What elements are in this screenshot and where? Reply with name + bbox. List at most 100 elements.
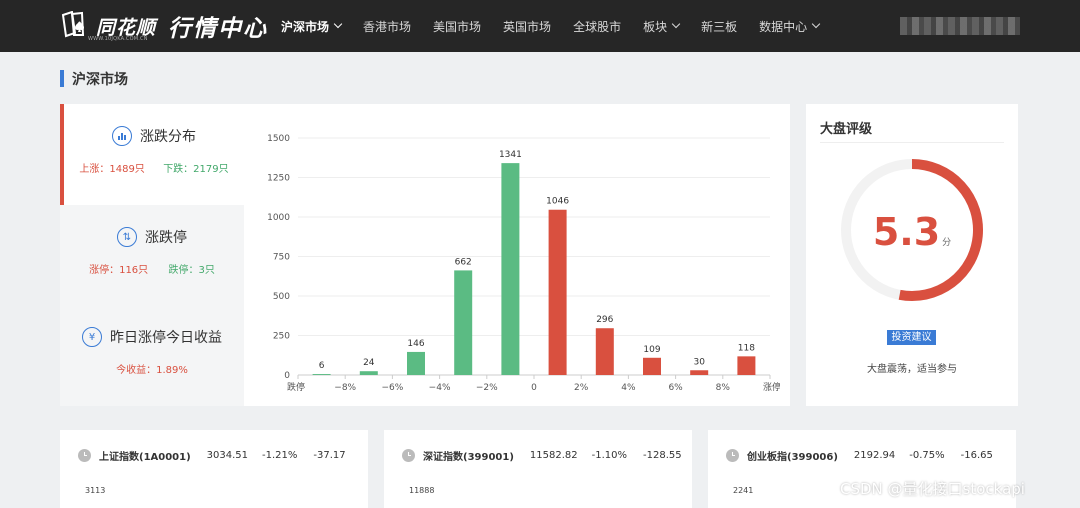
x-tick-label: −6% bbox=[381, 383, 403, 393]
index-card-row: 上证指数(1A0001) 3034.51 -1.21% -37.17 bbox=[78, 448, 346, 463]
nav-item-label: 板块 bbox=[643, 19, 668, 34]
data-label: 1341 bbox=[499, 150, 522, 160]
distribution-bar-chart: 0 250 500 750 1000 1250 1500 6 24 146 662 1341 1046 2… bbox=[267, 134, 780, 393]
nav-item-neeq[interactable]: 新三板 bbox=[701, 18, 737, 35]
index-value: 11582.82 bbox=[529, 450, 578, 461]
nav-item-hushen[interactable]: 沪深市场 bbox=[281, 18, 343, 35]
advice-badge: 投资建议 bbox=[887, 330, 936, 345]
x-tick-label: 0 bbox=[531, 383, 537, 393]
index-name: 创业板指(399006) bbox=[747, 452, 838, 463]
index-axis-label: 11888 bbox=[409, 486, 435, 495]
data-label: 662 bbox=[455, 257, 472, 267]
x-tick-label: 4% bbox=[621, 383, 636, 393]
top-nav-bar: 同花顺 WWW.10JQKA.COM.CN 行情中心 沪深市场 香港市场 美国市… bbox=[0, 0, 1080, 52]
nav-item-sector[interactable]: 板块 bbox=[643, 18, 681, 35]
limit-up-count: 涨停：116只 bbox=[89, 265, 149, 276]
x-tick-label: 6% bbox=[668, 383, 683, 393]
nav-item-label: 新三板 bbox=[701, 19, 738, 34]
market-rating-panel: 大盘评级 5.3 分 投资建议 大盘震荡，适当参与 bbox=[806, 104, 1018, 406]
x-tick-label: 8% bbox=[716, 383, 731, 393]
rating-unit: 分 bbox=[942, 238, 952, 248]
side-menu: 涨跌分布 上涨：1489只 下跌：2179只 ⇅ 涨跌停 涨停：116只 跌停：… bbox=[60, 104, 244, 406]
menu-item-sub: 涨停：116只 跌停：3只 bbox=[60, 261, 244, 276]
nav-item-us[interactable]: 美国市场 bbox=[433, 18, 481, 35]
bar bbox=[595, 328, 614, 375]
menu-item-distribution[interactable]: 涨跌分布 上涨：1489只 下跌：2179只 bbox=[60, 104, 244, 205]
nav-item-global[interactable]: 全球股市 bbox=[573, 18, 621, 35]
menu-item-head: 涨跌分布 bbox=[64, 126, 244, 146]
logo[interactable]: 同花顺 WWW.10JQKA.COM.CN 行情中心 bbox=[60, 9, 268, 43]
clock-icon bbox=[78, 449, 91, 462]
index-change: -128.55 bbox=[643, 450, 682, 461]
user-account-blurred[interactable] bbox=[900, 17, 1020, 35]
main-nav: 沪深市场 香港市场 美国市场 英国市场 全球股市 板块 新三板 数据中心 bbox=[270, 0, 830, 52]
nav-item-label: 香港市场 bbox=[363, 19, 412, 34]
menu-item-sub: 上涨：1489只 下跌：2179只 bbox=[64, 160, 244, 175]
chevron-down-icon bbox=[671, 19, 681, 29]
up-down-arrows-icon: ⇅ bbox=[117, 227, 137, 247]
index-card-sh[interactable]: 上证指数(1A0001) 3034.51 -1.21% -37.17 3113 bbox=[60, 430, 368, 508]
up-count: 上涨：1489只 bbox=[79, 164, 145, 175]
data-label: 30 bbox=[693, 357, 705, 367]
yield-value: 今收益：1.89% bbox=[116, 365, 188, 376]
nav-item-label: 沪深市场 bbox=[281, 19, 330, 34]
data-label: 24 bbox=[363, 358, 375, 368]
chevron-down-icon bbox=[333, 19, 343, 29]
rating-score: 5.3 分 bbox=[806, 210, 1018, 254]
nav-item-uk[interactable]: 英国市场 bbox=[503, 18, 551, 35]
divider bbox=[820, 142, 1004, 143]
nav-item-data-center[interactable]: 数据中心 bbox=[759, 18, 821, 35]
down-count: 下跌：2179只 bbox=[163, 164, 229, 175]
index-axis-label: 2241 bbox=[733, 486, 754, 495]
bar bbox=[501, 163, 520, 375]
clock-icon bbox=[726, 449, 739, 462]
index-card-row: 深证指数(399001) 11582.82 -1.10% -128.55 bbox=[402, 448, 682, 463]
index-value: 2192.94 bbox=[853, 450, 896, 461]
index-change: -16.65 bbox=[960, 450, 993, 461]
bar bbox=[737, 356, 756, 375]
index-name: 深证指数(399001) bbox=[423, 452, 514, 463]
x-tick-label: 2% bbox=[574, 383, 589, 393]
x-tick-label: −2% bbox=[476, 383, 498, 393]
index-card-row: 创业板指(399006) 2192.94 -0.75% -16.65 bbox=[726, 448, 993, 463]
x-tick-label: 跌停 bbox=[287, 381, 305, 393]
menu-item-label: 涨跌停 bbox=[145, 230, 187, 246]
y-tick-label: 0 bbox=[284, 371, 290, 381]
yen-icon: ¥ bbox=[82, 327, 102, 347]
distribution-panel: 涨跌分布 上涨：1489只 下跌：2179只 ⇅ 涨跌停 涨停：116只 跌停：… bbox=[60, 104, 790, 406]
data-label: 1046 bbox=[546, 197, 569, 207]
section-title: 沪深市场 bbox=[72, 72, 128, 88]
index-change: -37.17 bbox=[313, 450, 346, 461]
index-pct: -1.21% bbox=[262, 450, 298, 461]
data-label: 109 bbox=[643, 345, 660, 355]
bar-chart-icon bbox=[112, 126, 132, 146]
menu-item-label: 昨日涨停今日收益 bbox=[110, 330, 222, 346]
bar bbox=[643, 357, 661, 375]
index-pct: -0.75% bbox=[909, 450, 945, 461]
bar bbox=[690, 370, 709, 375]
rating-score-value: 5.3 bbox=[872, 210, 941, 254]
index-card-sz[interactable]: 深证指数(399001) 11582.82 -1.10% -128.55 118… bbox=[384, 430, 692, 508]
index-value: 3034.51 bbox=[206, 450, 249, 461]
data-label: 146 bbox=[407, 339, 424, 349]
page-title: 行情中心 bbox=[168, 16, 269, 42]
bar bbox=[548, 209, 567, 375]
nav-item-label: 数据中心 bbox=[759, 19, 808, 34]
menu-item-head: ⇅ 涨跌停 bbox=[60, 227, 244, 247]
nav-item-hongkong[interactable]: 香港市场 bbox=[363, 18, 411, 35]
data-label: 296 bbox=[596, 315, 613, 325]
bar bbox=[312, 374, 331, 375]
rating-title: 大盘评级 bbox=[820, 122, 873, 137]
y-tick-label: 1000 bbox=[267, 213, 290, 223]
index-name: 上证指数(1A0001) bbox=[99, 452, 191, 463]
y-tick-label: 250 bbox=[273, 332, 290, 342]
menu-item-head: ¥ 昨日涨停今日收益 bbox=[60, 327, 244, 347]
menu-item-limit[interactable]: ⇅ 涨跌停 涨停：116只 跌停：3只 bbox=[60, 205, 244, 305]
logo-sub: WWW.10JQKA.COM.CN bbox=[88, 36, 148, 42]
x-tick-label: 涨停 bbox=[763, 381, 780, 393]
menu-item-yield[interactable]: ¥ 昨日涨停今日收益 今收益：1.89% bbox=[60, 305, 244, 406]
chevron-down-icon bbox=[811, 19, 821, 29]
data-label: 118 bbox=[738, 343, 755, 353]
nav-item-label: 美国市场 bbox=[433, 19, 482, 34]
x-tick-label: −8% bbox=[334, 383, 356, 393]
